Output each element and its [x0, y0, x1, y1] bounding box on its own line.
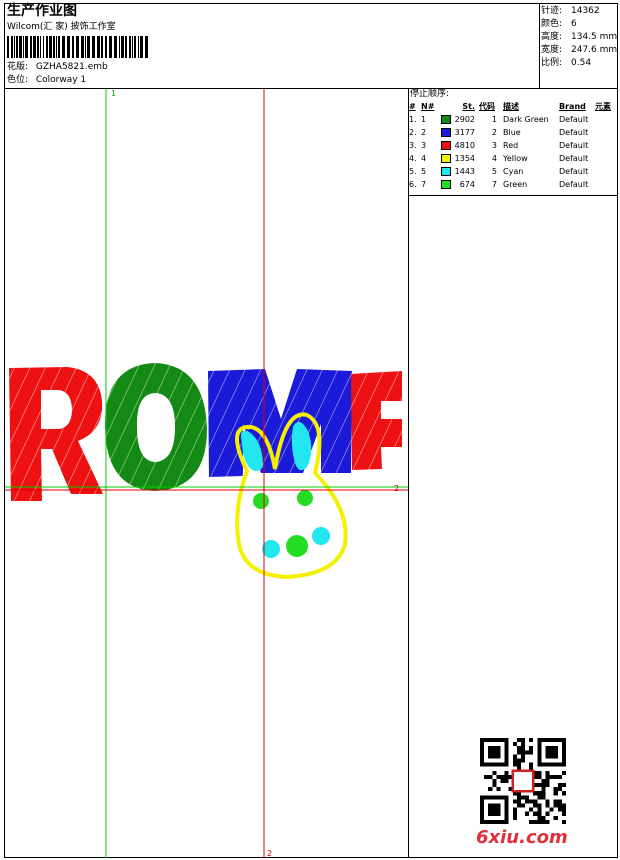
row-desc: Blue [503, 128, 521, 137]
table-row: 4. 4 1354 4 Yellow Default [409, 152, 619, 165]
row-code: 5 [491, 167, 497, 176]
row-index: 5. [409, 167, 417, 176]
row-needle: 7 [421, 180, 427, 189]
table-row: 6. 7 674 7 Green Default [409, 178, 619, 191]
design-file-label: 花版: [7, 62, 29, 72]
row-stitches: 1443 [441, 165, 479, 178]
col-code: 代码 [479, 102, 495, 111]
site-watermark: 6xiu.com [476, 827, 568, 848]
colorway-value: Colorway 1 [35, 75, 87, 85]
col-needle: N# [421, 102, 435, 111]
barcode [7, 36, 148, 58]
row-element [595, 178, 619, 191]
row-needle: 1 [421, 115, 427, 124]
row-desc: Dark Green [503, 115, 549, 124]
row-needle: 2 [421, 128, 427, 137]
row-index: 4. [409, 154, 417, 163]
row-code: 1 [491, 115, 497, 124]
row-code: 3 [491, 141, 497, 150]
stitch-hatch [105, 363, 207, 491]
embroidery-canvas: 1 2 2 [5, 89, 408, 858]
col-desc: 描述 [503, 102, 519, 111]
colorway-row: 色位: Colorway 1 [7, 75, 86, 86]
row-needle: 4 [421, 154, 427, 163]
design-file-value: GZHA5821.emb [35, 62, 108, 72]
row-stitches: 674 [441, 178, 479, 191]
letter-r [9, 367, 103, 501]
row-brand: Default [559, 115, 589, 124]
row-element [595, 165, 619, 178]
row-index: 1. [409, 115, 417, 124]
col-index: # [409, 102, 416, 111]
row-element [595, 152, 619, 165]
row-desc: Green [503, 180, 528, 189]
qr-code-icon [480, 738, 566, 824]
stat-height: 高度: 134.5 mm [541, 32, 618, 42]
guide-green-h-label: 2 [394, 484, 399, 493]
col-brand: Brand [559, 102, 586, 111]
row-desc: Cyan [503, 167, 524, 176]
color-swatch [441, 115, 451, 124]
row-brand: Default [559, 128, 589, 137]
row-element [595, 126, 619, 139]
stats-panel: 针迹: 14362 颜色: 6 高度: 134.5 mm 宽度: 247.6 mm 比例… [541, 5, 617, 70]
col-stitches: St. [462, 102, 475, 111]
row-brand: Default [559, 180, 589, 189]
table-row: 5. 5 1443 5 Cyan Default [409, 165, 619, 178]
letter-m [208, 369, 352, 477]
table-row: 2. 2 3177 2 Blue Default [409, 126, 619, 139]
table-bottom-divider [408, 195, 618, 196]
company-name: Wilcom(汇 家) 披饰工作室 [7, 22, 116, 32]
row-needle: 3 [421, 141, 427, 150]
row-code: 7 [491, 180, 497, 189]
row-stitches: 1354 [441, 152, 479, 165]
row-brand: Default [559, 154, 589, 163]
letter-o [105, 363, 207, 491]
col-element: 元素 [595, 102, 611, 111]
color-swatch [441, 180, 451, 189]
letter-f [351, 371, 402, 470]
table-row: 3. 3 4810 3 Red Default [409, 139, 619, 152]
color-swatch [441, 154, 451, 163]
stat-scale: 比例: 0.54 [541, 58, 592, 68]
row-desc: Yellow [503, 154, 528, 163]
row-code: 2 [491, 128, 497, 137]
row-index: 2. [409, 128, 417, 137]
row-index: 6. [409, 180, 417, 189]
row-stitches: 3177 [441, 126, 479, 139]
production-sheet: 生产作业图 Wilcom(汇 家) 披饰工作室 花版: GZHA5821.emb… [0, 0, 620, 860]
stitch-hatch [208, 369, 352, 477]
colorway-label: 色位: [7, 75, 29, 85]
table-row: 1. 1 2902 1 Dark Green Default [409, 113, 619, 126]
row-stitches: 2902 [441, 113, 479, 126]
row-code: 4 [491, 154, 497, 163]
row-desc: Red [503, 141, 519, 150]
row-needle: 5 [421, 167, 427, 176]
row-brand: Default [559, 167, 589, 176]
table-header-row: # N# St. 代码 描述 Brand 元素 [409, 100, 619, 113]
stitch-hatch [9, 367, 103, 501]
color-swatch [441, 141, 451, 150]
row-element [595, 139, 619, 152]
table-divider [408, 88, 409, 858]
guide-green-v-label: 1 [111, 89, 116, 98]
design-file-row: 花版: GZHA5821.emb [7, 62, 108, 73]
row-stitches: 4810 [441, 139, 479, 152]
color-swatch [441, 167, 451, 176]
stitch-hatch [351, 371, 402, 470]
stat-stitches: 针迹: 14362 [541, 6, 600, 16]
color-swatch [441, 128, 451, 137]
row-element [595, 113, 619, 126]
stat-width: 宽度: 247.6 mm [541, 45, 618, 55]
guide-red-v-label: 2 [267, 849, 272, 858]
row-brand: Default [559, 141, 589, 150]
stop-sequence-table: # N# St. 代码 描述 Brand 元素 1. 1 2902 1 Dark Gre… [409, 100, 619, 191]
stat-colors: 颜色: 6 [541, 19, 577, 29]
stop-sequence-title: 停止顺序: [410, 89, 450, 99]
row-index: 3. [409, 141, 417, 150]
page-title: 生产作业图 [7, 3, 77, 19]
stats-divider [539, 3, 540, 88]
